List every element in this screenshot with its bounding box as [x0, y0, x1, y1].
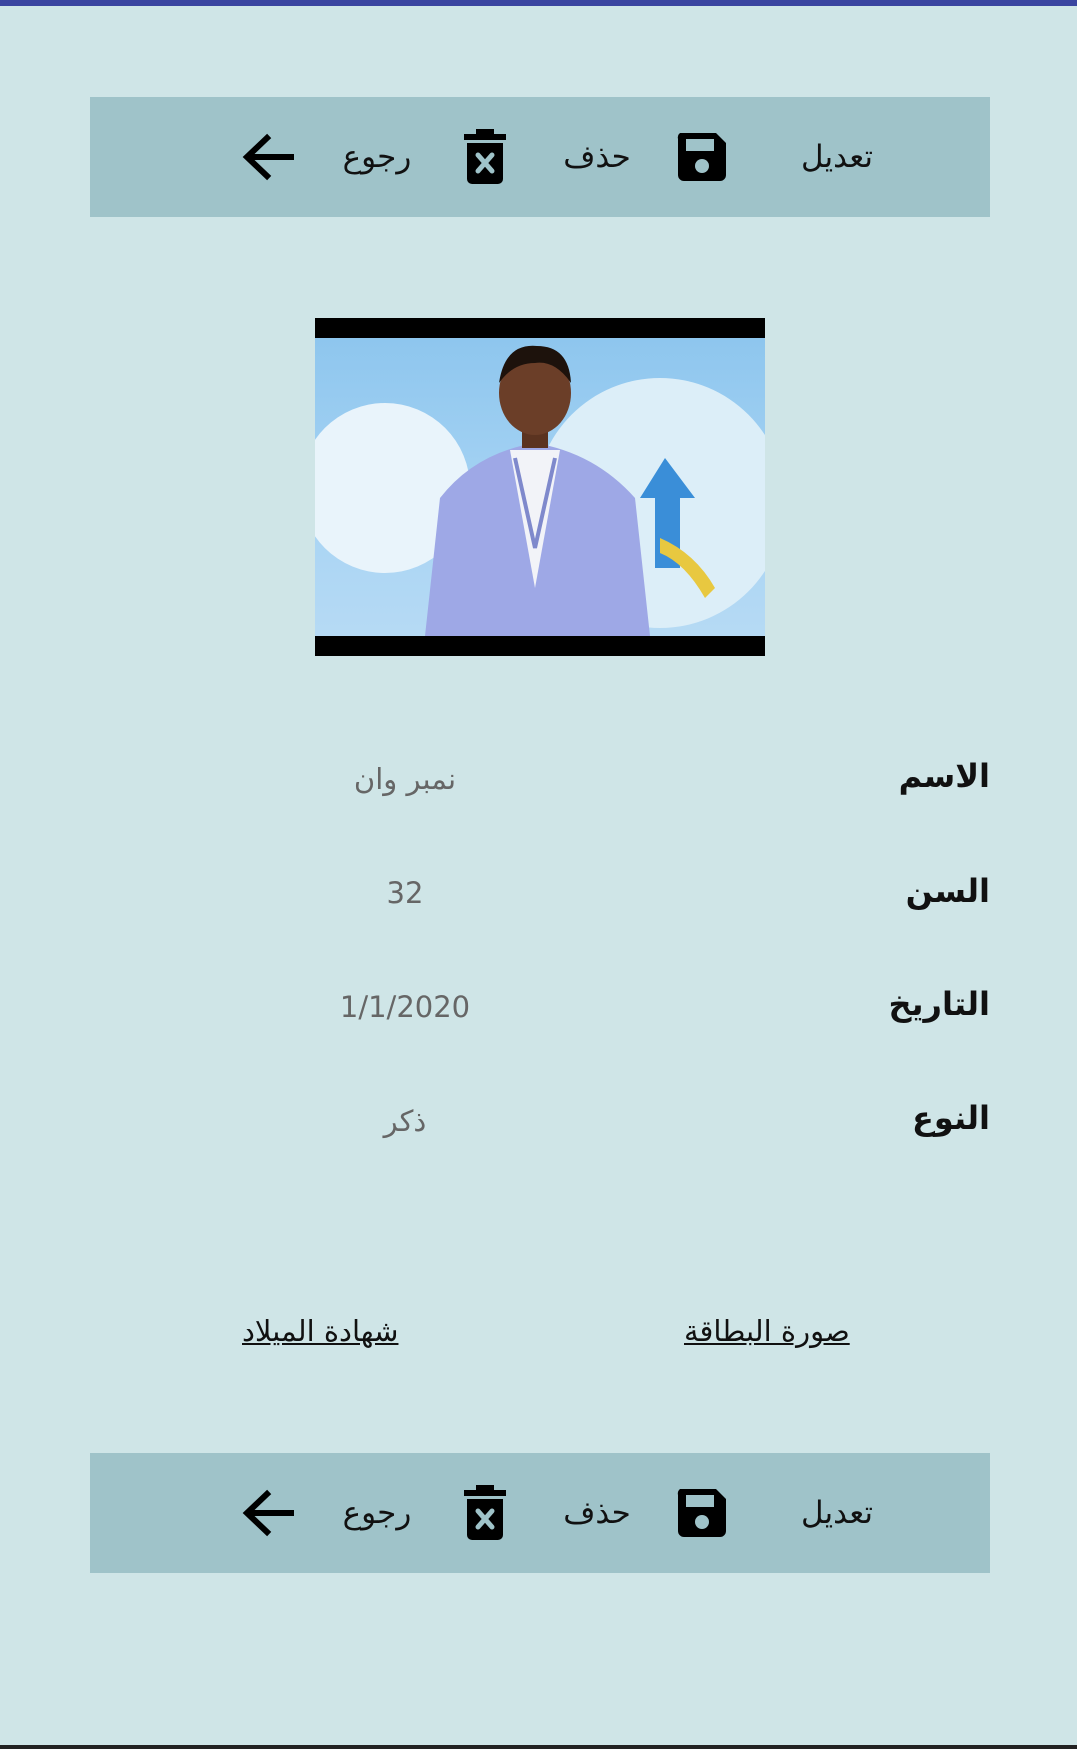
- trash-icon-bottom[interactable]: [455, 1453, 515, 1573]
- delete-label: حذف: [563, 1495, 631, 1531]
- edit-button-top[interactable]: تعديل: [772, 97, 902, 217]
- birth-certificate-link[interactable]: شهادة الميلاد: [242, 1314, 398, 1348]
- name-label: الاسم: [898, 757, 990, 795]
- delete-button-top[interactable]: حذف: [552, 97, 642, 217]
- delete-button-bottom[interactable]: حذف: [552, 1453, 642, 1573]
- arrow-left-icon: [242, 1489, 294, 1537]
- save-icon-top[interactable]: [672, 97, 732, 217]
- action-toolbar-top: تعديل حذف رجوع: [90, 97, 990, 217]
- trash-icon: [464, 1485, 506, 1540]
- back-label: رجوع: [342, 139, 412, 175]
- age-label: السن: [905, 872, 990, 910]
- name-value: نمبر وان: [353, 762, 457, 796]
- action-toolbar-bottom: تعديل حذف رجوع: [90, 1453, 990, 1573]
- edit-label: تعديل: [801, 139, 873, 175]
- id-card-link[interactable]: صورة البطاقة: [684, 1314, 850, 1348]
- back-label: رجوع: [342, 1495, 412, 1531]
- arrow-left-icon: [242, 133, 294, 181]
- bottom-edge-line: [0, 1745, 1077, 1749]
- age-value: 32: [386, 876, 424, 910]
- back-button-top[interactable]: رجوع: [327, 97, 427, 217]
- edit-button-bottom[interactable]: تعديل: [772, 1453, 902, 1573]
- person-photo-illustration: [315, 345, 765, 636]
- trash-icon-top[interactable]: [455, 97, 515, 217]
- type-value: ذكر: [383, 1104, 427, 1138]
- save-icon: [677, 1489, 726, 1537]
- back-button-bottom[interactable]: رجوع: [327, 1453, 427, 1573]
- save-icon-bottom[interactable]: [672, 1453, 732, 1573]
- type-label: النوع: [912, 1099, 990, 1137]
- edit-label: تعديل: [801, 1495, 873, 1531]
- status-strip: [0, 0, 1077, 6]
- profile-photo: [315, 318, 765, 656]
- profile-photo-image: [315, 338, 765, 636]
- back-arrow-icon-top[interactable]: [238, 97, 298, 217]
- back-arrow-icon-bottom[interactable]: [238, 1453, 298, 1573]
- delete-label: حذف: [563, 139, 631, 175]
- save-icon: [677, 133, 726, 181]
- trash-icon: [464, 129, 506, 184]
- date-label: التاريخ: [888, 985, 990, 1023]
- date-value: 1/1/2020: [339, 990, 471, 1024]
